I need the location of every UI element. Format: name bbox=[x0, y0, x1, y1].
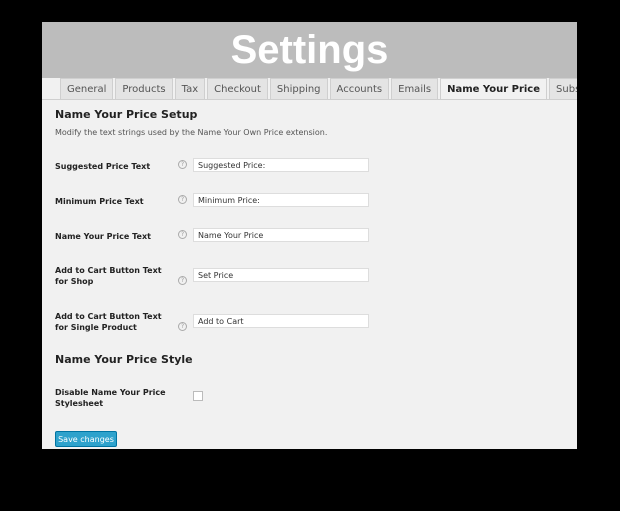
tab-general[interactable]: General bbox=[60, 78, 114, 99]
tab-subscriptions[interactable]: Subscriptions bbox=[549, 78, 577, 99]
tab-tax[interactable]: Tax bbox=[174, 78, 206, 99]
single-product-button-text-input[interactable] bbox=[193, 314, 369, 328]
name-your-price-label: Name Your Price Text bbox=[55, 232, 151, 241]
suggested-price-label: Suggested Price Text bbox=[55, 162, 151, 171]
question-circle-icon[interactable]: ? bbox=[178, 322, 187, 331]
disable-stylesheet-checkbox[interactable] bbox=[193, 391, 203, 401]
shop-button-text-input[interactable] bbox=[193, 268, 369, 282]
page-title: Settings bbox=[230, 28, 389, 72]
minimum-price-input[interactable] bbox=[193, 193, 369, 207]
tab-products[interactable]: Products bbox=[115, 78, 173, 99]
question-circle-icon[interactable]: ? bbox=[178, 160, 187, 169]
tab-emails[interactable]: Emails bbox=[391, 78, 439, 99]
question-circle-icon[interactable]: ? bbox=[178, 195, 187, 204]
minimum-price-label: Minimum Price Text bbox=[55, 197, 144, 206]
setup-description: Modify the text strings used by the Name… bbox=[55, 128, 328, 137]
question-circle-icon[interactable]: ? bbox=[178, 230, 187, 239]
tab-accounts[interactable]: Accounts bbox=[329, 78, 390, 99]
shop-button-text-label: Add to Cart Button Text for Shop bbox=[55, 266, 162, 286]
disable-stylesheet-label: Disable Name Your Price Stylesheet bbox=[55, 388, 166, 408]
save-button[interactable]: Save changes bbox=[55, 431, 117, 447]
settings-window: Settings General Products Tax Checkout S… bbox=[42, 22, 577, 449]
setup-section-title: Name Your Price Setup bbox=[55, 108, 198, 121]
tab-bar: General Products Tax Checkout Shipping A… bbox=[60, 78, 577, 100]
settings-banner: Settings bbox=[42, 22, 577, 78]
tab-divider bbox=[42, 99, 577, 100]
style-section-title: Name Your Price Style bbox=[55, 353, 193, 366]
suggested-price-input[interactable] bbox=[193, 158, 369, 172]
question-circle-icon[interactable]: ? bbox=[178, 276, 187, 285]
tab-name-your-price[interactable]: Name Your Price bbox=[440, 78, 548, 100]
tab-shipping[interactable]: Shipping bbox=[269, 78, 328, 99]
name-your-price-input[interactable] bbox=[193, 228, 369, 242]
single-product-button-text-label: Add to Cart Button Text for Single Produ… bbox=[55, 312, 162, 332]
tab-checkout[interactable]: Checkout bbox=[207, 78, 268, 99]
